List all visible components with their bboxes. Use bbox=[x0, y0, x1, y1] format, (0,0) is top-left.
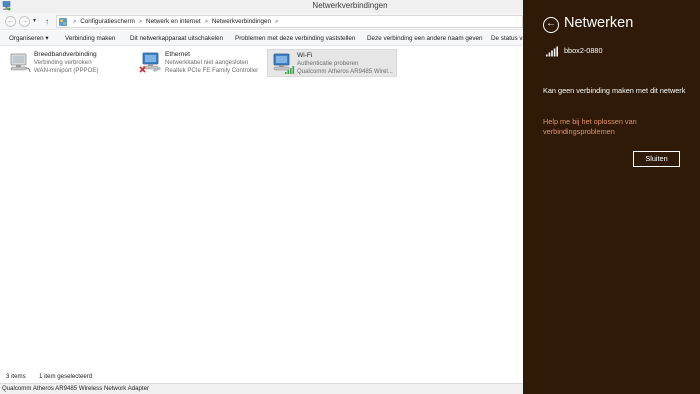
connections-list[interactable]: Breedbandverbinding Verbinding verbroken… bbox=[0, 46, 523, 371]
up-button[interactable]: ↑ bbox=[45, 16, 49, 27]
forward-button[interactable]: → bbox=[19, 16, 30, 27]
connection-details: Breedbandverbinding Verbinding verbroken… bbox=[34, 51, 98, 75]
control-panel-icon bbox=[59, 18, 67, 26]
selection-count: 1 item geselecteerd bbox=[39, 373, 93, 380]
connection-error-message: Kan geen verbinding maken met dit netwer… bbox=[543, 86, 686, 95]
address-bar-row: ← → ▾ ↑ > Configuratiescherm > Netwerk e… bbox=[0, 13, 523, 30]
disable-device-button[interactable]: Dit netwerkapparaat uitschakelen bbox=[130, 34, 223, 43]
breadcrumb: > Configuratiescherm > Netwerk en intern… bbox=[69, 16, 282, 27]
breadcrumb-item-control-panel[interactable]: Configuratiescherm bbox=[80, 18, 135, 25]
breadcrumb-item-network-connections[interactable]: Netwerkverbindingen bbox=[212, 18, 271, 25]
connection-device: Realtek PCIe FE Family Controller bbox=[165, 67, 259, 74]
connection-status: Netwerkkabel niet aangesloten bbox=[165, 59, 249, 66]
wifi-icon bbox=[273, 53, 295, 74]
broadband-icon bbox=[10, 53, 31, 73]
close-button[interactable]: Sluiten bbox=[633, 151, 680, 167]
troubleshoot-link[interactable]: Help me bij het oplossen van verbindings… bbox=[543, 117, 693, 137]
connection-status: Authenticatie proberen bbox=[297, 60, 359, 67]
connection-device: WAN-miniport (PPPOE) bbox=[34, 67, 99, 74]
charm-title: Netwerken bbox=[564, 15, 634, 31]
connection-name: Ethernet bbox=[165, 51, 190, 58]
connection-name: Wi-Fi bbox=[297, 52, 313, 59]
explorer-window: Netwerkverbindingen ← → ▾ ↑ > Configurat… bbox=[0, 0, 523, 394]
back-button[interactable]: ← bbox=[5, 16, 16, 27]
connection-item-wifi[interactable]: Wi-Fi Authenticatie proberen Qualcomm At… bbox=[267, 49, 397, 77]
command-bar: Organiseren ▾ Verbinding maken Dit netwe… bbox=[0, 31, 523, 46]
back-arrow-icon[interactable]: ← bbox=[543, 17, 559, 33]
wifi-signal-icon bbox=[546, 46, 558, 57]
ethernet-icon bbox=[139, 52, 161, 73]
window-title: Netwerkverbindingen bbox=[312, 1, 388, 10]
breadcrumb-separator: > bbox=[73, 18, 77, 25]
recent-locations-button[interactable]: ▾ bbox=[33, 16, 36, 27]
breadcrumb-item-network-internet[interactable]: Netwerk en internet bbox=[146, 18, 201, 25]
diagnose-connection-button[interactable]: Problemen met deze verbinding vaststelle… bbox=[235, 34, 355, 43]
breadcrumb-separator[interactable]: > bbox=[205, 19, 208, 25]
address-bar[interactable]: > Configuratiescherm > Netwerk en intern… bbox=[56, 15, 523, 28]
organize-button[interactable]: Organiseren ▾ bbox=[9, 34, 49, 43]
connection-details: Wi-Fi Authenticatie proberen Qualcomm At… bbox=[297, 52, 393, 76]
connect-button[interactable]: Verbinding maken bbox=[65, 34, 115, 43]
breadcrumb-separator[interactable]: > bbox=[139, 19, 142, 25]
items-count: 3 items bbox=[6, 373, 26, 380]
connection-item-ethernet[interactable]: Ethernet Netwerkkabel niet aangesloten R… bbox=[136, 49, 266, 77]
connection-device: Qualcomm Atheros AR9485 Wirel... bbox=[297, 68, 393, 75]
connection-item-broadband[interactable]: Breedbandverbinding Verbinding verbroken… bbox=[5, 49, 133, 77]
rename-connection-button[interactable]: Deze verbinding een andere naam geven bbox=[367, 34, 483, 43]
connection-details: Ethernet Netwerkkabel niet aangesloten R… bbox=[165, 51, 258, 75]
view-status-button[interactable]: De status van deze verbinding weergeven bbox=[491, 34, 523, 43]
connection-status: Verbinding verbroken bbox=[34, 59, 92, 66]
connection-name: Breedbandverbinding bbox=[34, 51, 97, 58]
networks-charm-panel: ← Netwerken bbox2-0880 Kan geen verbindi… bbox=[523, 0, 700, 394]
network-name[interactable]: bbox2-0880 bbox=[564, 46, 603, 55]
status-bar: 3 items 1 item geselecteerd bbox=[0, 371, 523, 383]
title-bar[interactable]: Netwerkverbindingen bbox=[0, 0, 523, 13]
breadcrumb-separator[interactable]: > bbox=[275, 19, 278, 25]
details-bar: Qualcomm Atheros AR9485 Wireless Network… bbox=[0, 383, 523, 394]
